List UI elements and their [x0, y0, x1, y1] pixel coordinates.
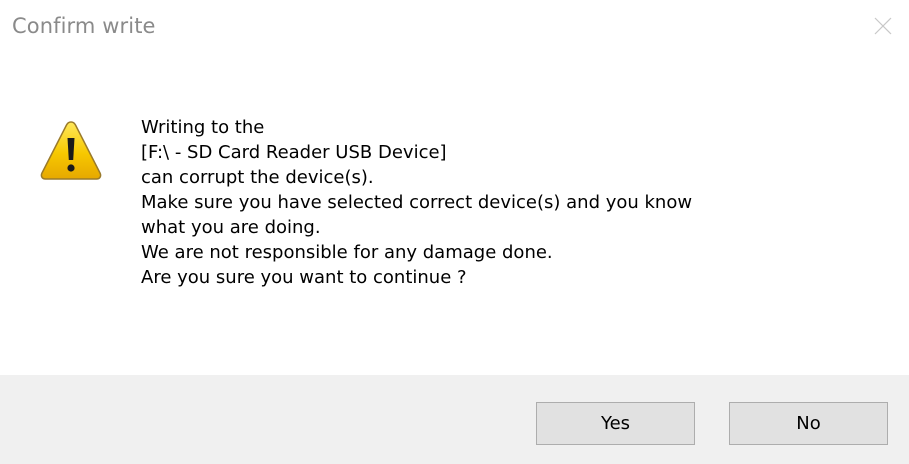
message-line: can corrupt the device(s).: [141, 167, 374, 188]
no-button[interactable]: No: [729, 402, 888, 445]
message-line: what you are doing.: [141, 217, 321, 238]
close-button[interactable]: [857, 0, 909, 52]
dialog-message: Writing to the [F:\ - SD Card Reader USB…: [141, 115, 891, 290]
yes-button[interactable]: Yes: [536, 402, 695, 445]
close-icon: [874, 17, 892, 35]
message-line: Make sure you have selected correct devi…: [141, 192, 693, 213]
window-title: Confirm write: [12, 14, 156, 38]
message-line: [F:\ - SD Card Reader USB Device]: [141, 142, 447, 163]
message-line: We are not responsible for any damage do…: [141, 242, 553, 263]
button-bar: Yes No: [0, 375, 909, 464]
dialog-content: Writing to the [F:\ - SD Card Reader USB…: [0, 60, 909, 375]
title-bar: Confirm write: [0, 0, 909, 60]
message-line: Writing to the: [141, 117, 265, 138]
message-line: Are you sure you want to continue ?: [141, 267, 467, 288]
confirm-write-dialog: Confirm write Writing to the [F:\ - SD C…: [0, 0, 909, 464]
warning-icon: [40, 121, 102, 180]
